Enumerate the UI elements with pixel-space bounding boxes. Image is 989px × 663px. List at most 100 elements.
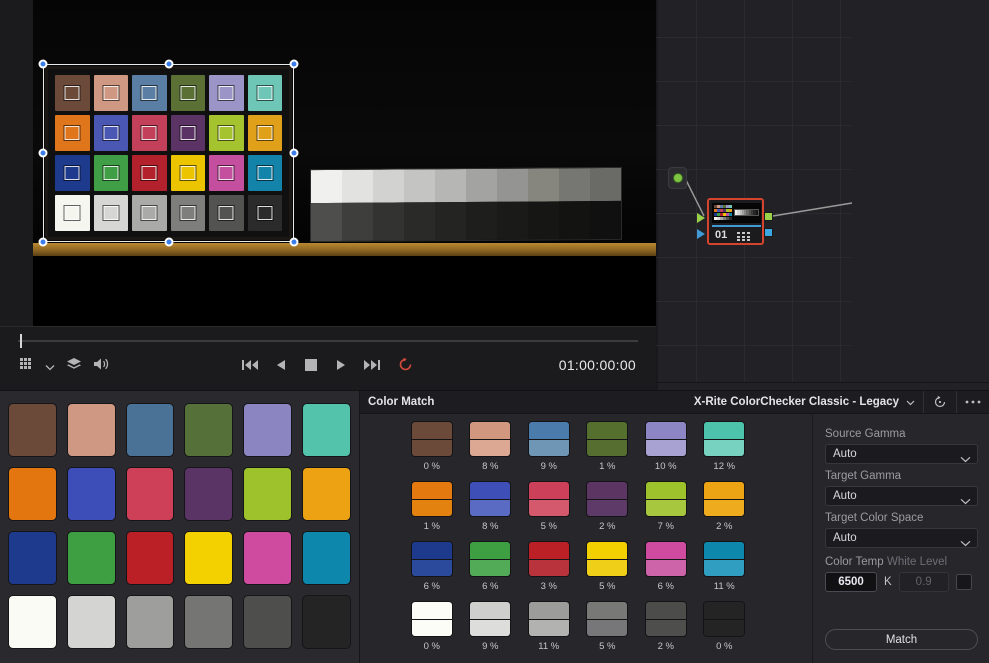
match-swatch-cell-10[interactable]: 2 % — [584, 481, 632, 532]
match-swatch-cell-5[interactable]: 10 % — [642, 421, 690, 472]
palette-swatch-14[interactable] — [66, 531, 116, 585]
palette-swatch-20[interactable] — [66, 595, 116, 649]
viewer-patch-10[interactable] — [170, 115, 205, 151]
node-input-blue[interactable] — [697, 229, 705, 239]
target-gamma-select[interactable]: Auto — [825, 486, 978, 506]
match-swatch-cell-20[interactable]: 9 % — [467, 601, 515, 652]
viewer-patch-24[interactable] — [247, 195, 282, 231]
match-swatch-cell-14[interactable]: 6 % — [467, 541, 515, 592]
viewer-patch-11[interactable] — [209, 115, 244, 151]
palette-swatch-8[interactable] — [66, 467, 116, 521]
match-swatch-cell-6[interactable]: 12 % — [701, 421, 749, 472]
palette-swatch-17[interactable] — [243, 531, 293, 585]
source-node[interactable] — [668, 167, 687, 189]
white-level-checkbox[interactable] — [955, 574, 972, 590]
match-swatch-cell-7[interactable]: 1 % — [408, 481, 456, 532]
node-01[interactable]: 01 — [707, 198, 764, 245]
viewer-patch-13[interactable] — [55, 155, 90, 191]
viewer-patch-17[interactable] — [209, 155, 244, 191]
match-button[interactable]: Match — [825, 629, 978, 650]
viewer-patch-5[interactable] — [209, 75, 244, 111]
viewer-patch-18[interactable] — [247, 155, 282, 191]
match-swatch-cell-9[interactable]: 5 % — [525, 481, 573, 532]
palette-swatch-22[interactable] — [184, 595, 234, 649]
palette-swatch-9[interactable] — [125, 467, 175, 521]
node-input-green[interactable] — [697, 213, 705, 223]
node-output-blue[interactable] — [764, 228, 773, 237]
viewer-patch-6[interactable] — [247, 75, 282, 111]
options-icon[interactable] — [956, 391, 989, 413]
viewer-patch-23[interactable] — [209, 195, 244, 231]
palette-swatch-2[interactable] — [66, 403, 116, 457]
playhead[interactable] — [20, 334, 22, 348]
palette-swatch-16[interactable] — [184, 531, 234, 585]
palette-swatch-19[interactable] — [8, 595, 57, 649]
viewer-patch-3[interactable] — [132, 75, 167, 111]
selection-handle-top-right[interactable] — [289, 59, 299, 69]
match-swatch-cell-11[interactable]: 7 % — [642, 481, 690, 532]
target-color-space-select[interactable]: Auto — [825, 528, 978, 548]
palette-swatch-3[interactable] — [125, 403, 175, 457]
node-graph-panel[interactable]: 01 — [656, 0, 989, 390]
viewer-patch-16[interactable] — [170, 155, 205, 191]
match-swatch-cell-17[interactable]: 6 % — [642, 541, 690, 592]
match-swatch-cell-13[interactable]: 6 % — [408, 541, 456, 592]
match-swatch-cell-8[interactable]: 8 % — [467, 481, 515, 532]
palette-swatch-13[interactable] — [8, 531, 57, 585]
color-temp-input[interactable]: 6500 — [825, 572, 877, 592]
viewer-patch-9[interactable] — [132, 115, 167, 151]
node-output-green[interactable] — [764, 212, 773, 221]
palette-swatch-10[interactable] — [184, 467, 234, 521]
scrubber-track[interactable] — [18, 340, 638, 342]
source-gamma-select[interactable]: Auto — [825, 444, 978, 464]
viewer-patch-4[interactable] — [170, 75, 205, 111]
selection-handle-bottom-left[interactable] — [38, 237, 48, 247]
match-swatch-cell-16[interactable]: 5 % — [584, 541, 632, 592]
preset-selector[interactable]: X-Rite ColorChecker Classic - Legacy — [694, 393, 923, 411]
palette-swatch-24[interactable] — [302, 595, 351, 649]
step-back-icon[interactable] — [276, 358, 287, 376]
match-swatch-cell-4[interactable]: 1 % — [584, 421, 632, 472]
viewer-patch-19[interactable] — [55, 195, 90, 231]
match-swatch-cell-12[interactable]: 2 % — [701, 481, 749, 532]
palette-swatch-5[interactable] — [243, 403, 293, 457]
viewer-image[interactable] — [33, 0, 656, 326]
selection-handle-top-left[interactable] — [38, 59, 48, 69]
palette-swatch-21[interactable] — [125, 595, 175, 649]
viewer-patch-20[interactable] — [93, 195, 128, 231]
loop-icon[interactable] — [398, 357, 414, 377]
viewer-patch-14[interactable] — [93, 155, 128, 191]
white-level-input[interactable]: 0.9 — [898, 572, 949, 592]
viewer-patch-1[interactable] — [55, 75, 90, 111]
chevron-down-icon[interactable] — [906, 393, 915, 411]
viewer-patch-12[interactable] — [247, 115, 282, 151]
palette-swatch-23[interactable] — [243, 595, 293, 649]
palette-swatch-7[interactable] — [8, 467, 57, 521]
viewer-patch-15[interactable] — [132, 155, 167, 191]
match-swatch-cell-2[interactable]: 8 % — [467, 421, 515, 472]
selection-handle-middle-left[interactable] — [38, 148, 48, 158]
selection-handle-bottom-center[interactable] — [164, 237, 174, 247]
viewer-patch-8[interactable] — [93, 115, 128, 151]
palette-swatch-1[interactable] — [8, 403, 57, 457]
selection-handle-top-center[interactable] — [164, 59, 174, 69]
play-icon[interactable] — [335, 358, 346, 376]
viewer-patch-2[interactable] — [93, 75, 128, 111]
match-swatch-cell-23[interactable]: 2 % — [642, 601, 690, 652]
palette-swatch-6[interactable] — [302, 403, 351, 457]
palette-swatch-4[interactable] — [184, 403, 234, 457]
palette-swatch-12[interactable] — [302, 467, 351, 521]
selection-handle-bottom-right[interactable] — [289, 237, 299, 247]
reset-icon[interactable] — [923, 391, 956, 413]
skip-to-start-icon[interactable] — [242, 358, 258, 376]
match-swatch-cell-22[interactable]: 5 % — [584, 601, 632, 652]
palette-swatch-15[interactable] — [125, 531, 175, 585]
match-swatch-cell-18[interactable]: 11 % — [701, 541, 749, 592]
match-swatch-cell-21[interactable]: 11 % — [525, 601, 573, 652]
skip-to-end-icon[interactable] — [364, 358, 380, 376]
selection-handle-middle-right[interactable] — [289, 148, 299, 158]
stop-icon[interactable] — [305, 358, 317, 376]
viewer-patch-21[interactable] — [132, 195, 167, 231]
match-swatch-cell-3[interactable]: 9 % — [525, 421, 573, 472]
palette-swatch-11[interactable] — [243, 467, 293, 521]
